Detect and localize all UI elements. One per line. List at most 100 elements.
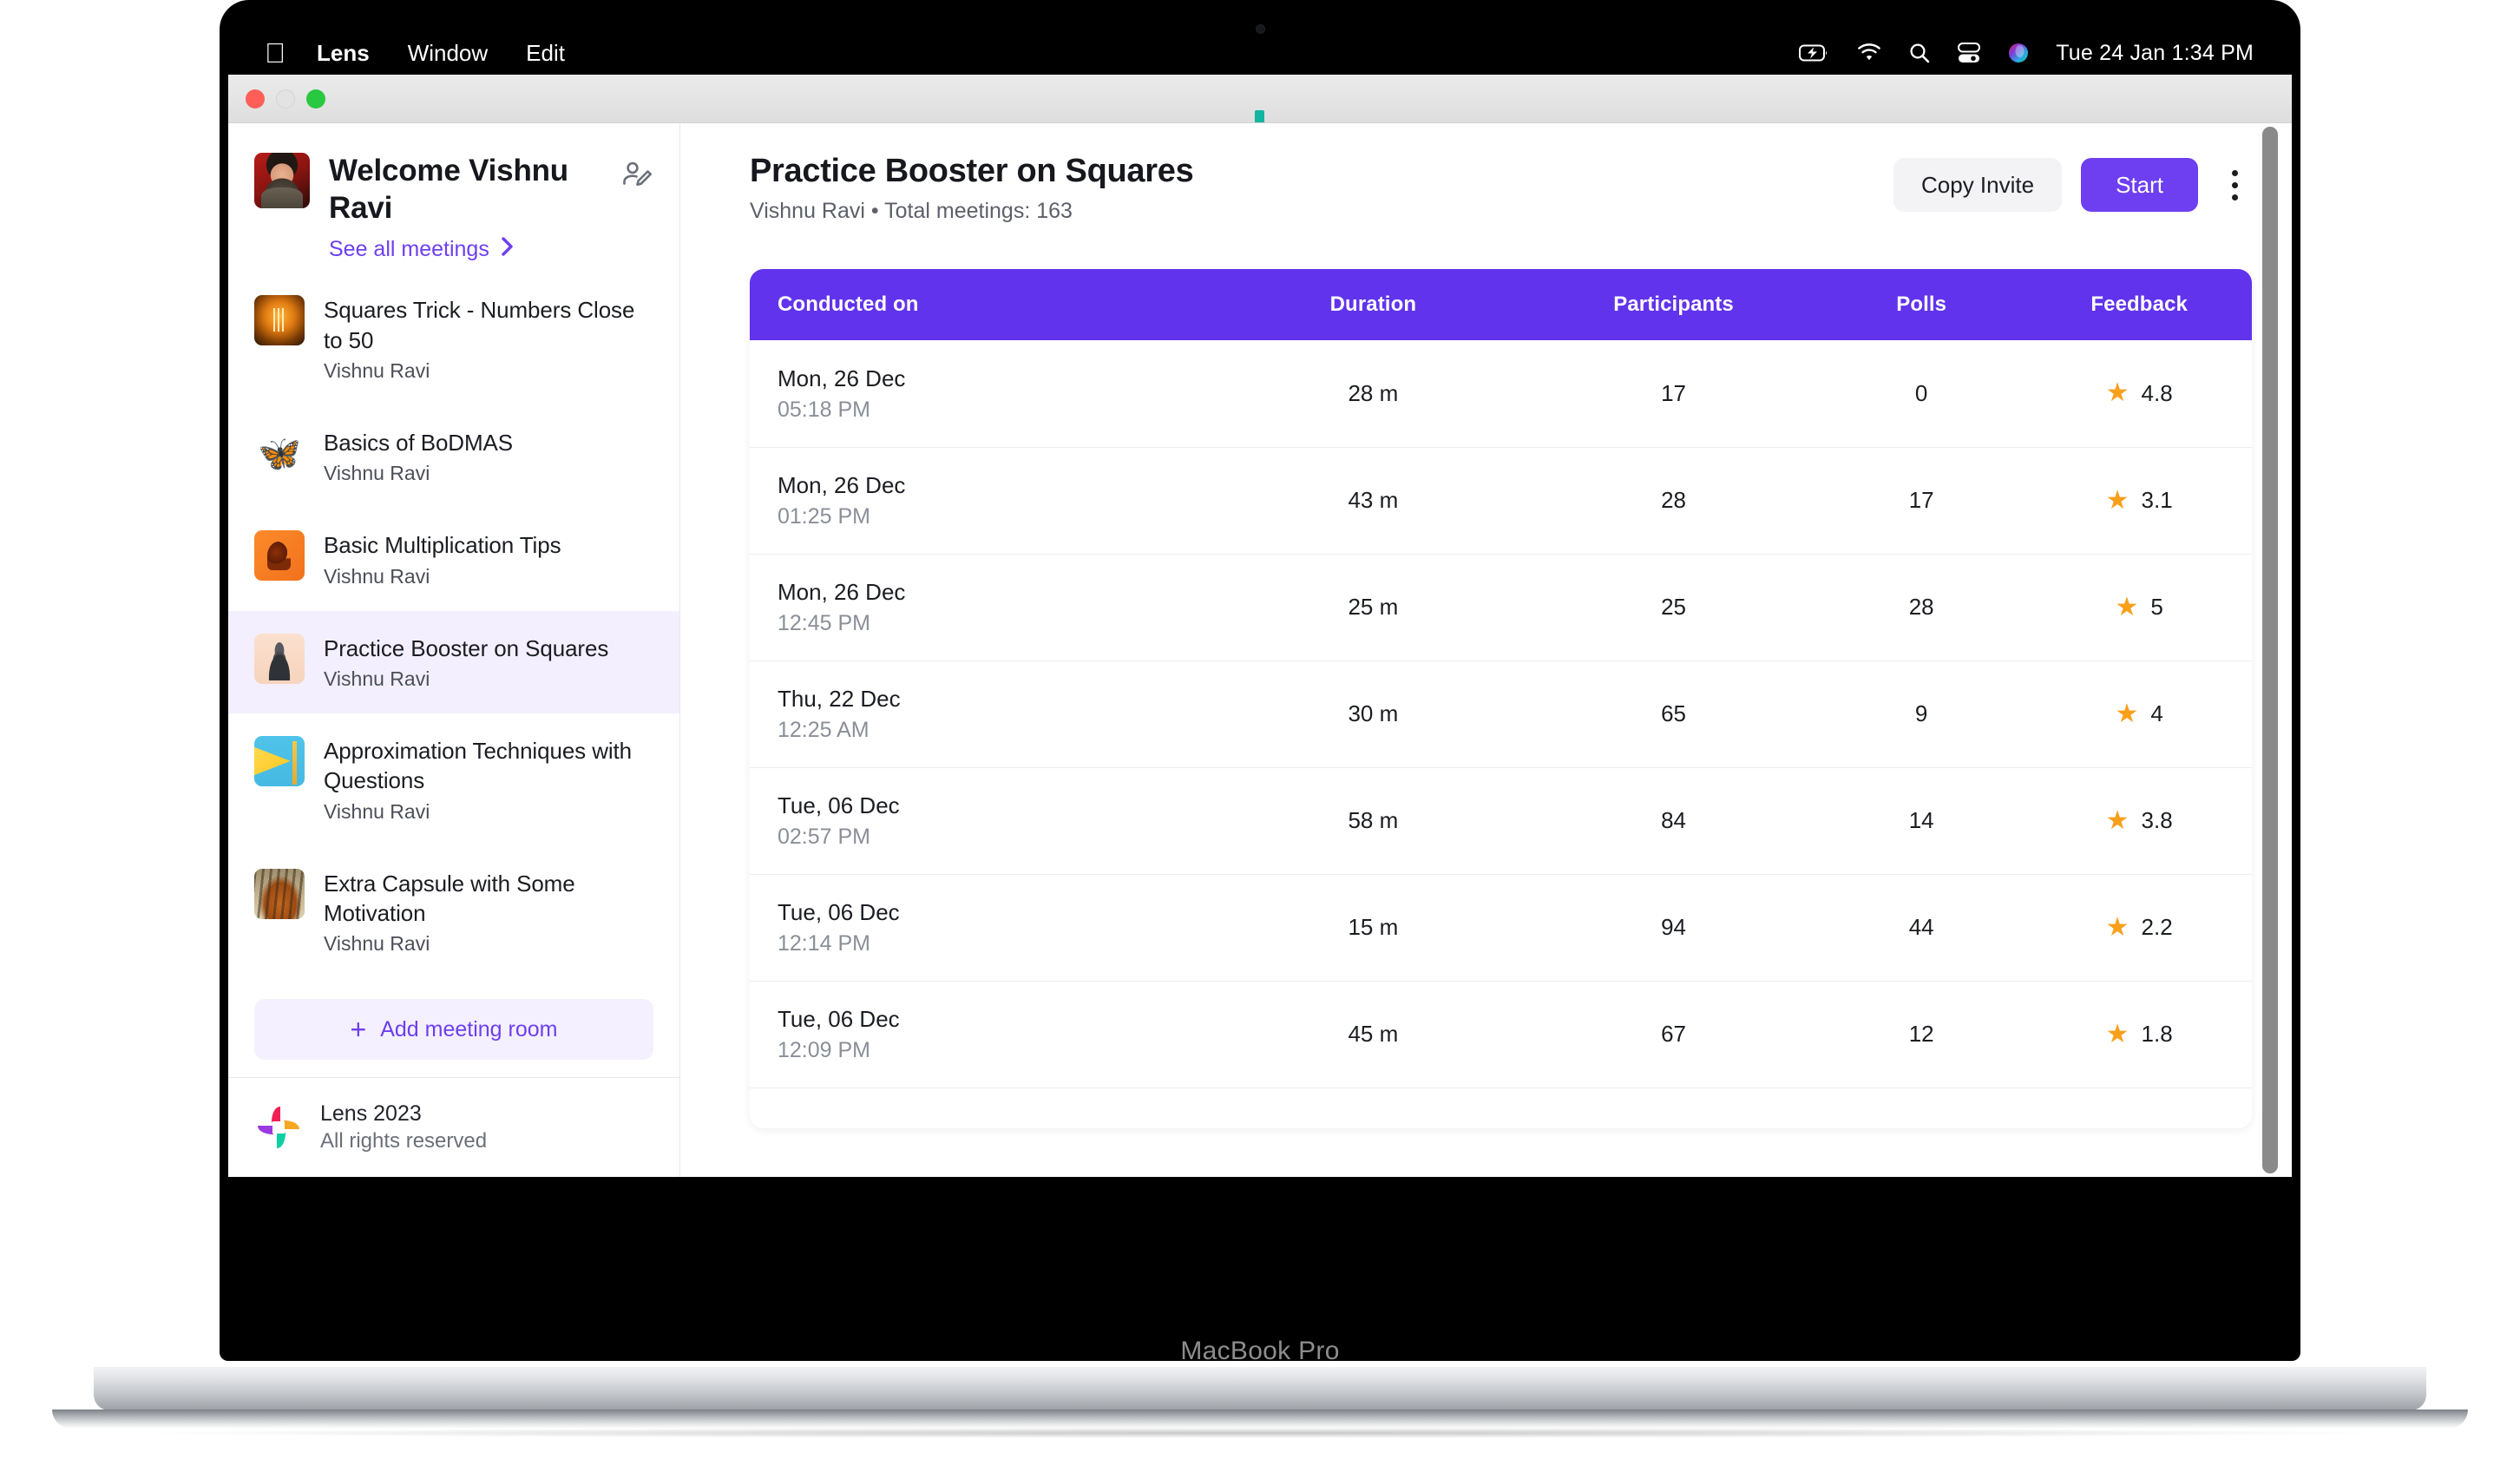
start-button[interactable]: Start [2081,158,2198,212]
cell-duration: 43 m [1216,447,1532,554]
page-title-block: Practice Booster on Squares Vishnu Ravi … [750,153,1193,224]
add-meeting-room-label: Add meeting room [380,1017,557,1042]
app-window: Welcome Vishnu Ravi See all meetings [228,75,2292,1177]
sidebar-item-extra-capsule[interactable]: Extra Capsule with Some Motivation Vishn… [228,846,679,979]
column-header-participants[interactable]: Participants [1531,269,1816,340]
feedback-value: 3.8 [2142,807,2173,834]
search-icon[interactable] [1908,42,1931,64]
menubar-item-edit[interactable]: Edit [507,40,584,67]
feedback-value: 2.2 [2142,914,2173,941]
table-row[interactable]: Tue, 06 Dec 02:57 PM 58 m 84 14 ★ [750,767,2252,874]
edit-profile-icon[interactable] [619,153,655,264]
cell-feedback: ★ 4 [2026,660,2252,767]
meetings-table: Conducted on Duration Participants Polls… [750,269,2252,1128]
apple-logo-icon[interactable]:  [265,39,298,67]
window-titlebar [228,75,2292,123]
sidebar-item-squares-trick[interactable]: Squares Trick - Numbers Close to 50 Vish… [228,273,679,405]
column-header-polls[interactable]: Polls [1816,269,2026,340]
row-time: 12:25 AM [778,718,1216,743]
laptop-shadow [156,1428,2364,1438]
tab-indicator [1255,110,1264,122]
menubar-item-window[interactable]: Window [389,40,507,67]
minimize-button[interactable] [276,89,295,108]
cell-conducted-on: Tue, 06 Dec 12:09 PM [750,981,1216,1088]
wifi-icon[interactable] [1856,43,1882,62]
table-row[interactable]: Tue, 06 Dec 2 m 1 0 ★ [750,1088,2252,1128]
table-row[interactable]: Tue, 06 Dec 12:14 PM 15 m 94 44 ★ [750,874,2252,981]
kebab-dot [2232,170,2238,176]
row-time: 12:45 PM [778,611,1216,636]
row-date: Mon, 26 Dec [778,471,1216,500]
feedback-value: 4 [2150,700,2162,727]
brand-label: Lens 2023 [320,1101,487,1127]
close-button[interactable] [246,89,265,108]
sidebar-scroll-area: Welcome Vishnu Ravi See all meetings [228,123,679,1077]
cell-polls: 12 [1816,981,2026,1088]
table-row[interactable]: Mon, 26 Dec 01:25 PM 43 m 28 17 ★ [750,447,2252,554]
device-label: MacBook Pro [220,1337,2300,1366]
feedback-value: 1.8 [2142,1021,2173,1048]
butterfly-thumbnail [254,428,305,478]
page-title: Practice Booster on Squares [750,153,1193,190]
battery-charging-icon[interactable] [1799,44,1830,62]
scrollbar-thumb[interactable] [2262,127,2278,1173]
cell-conducted-on: Mon, 26 Dec 05:18 PM [750,340,1216,447]
star-icon: ★ [2106,488,2130,514]
avatar[interactable] [254,153,310,208]
chevron-right-icon [500,235,515,264]
meeting-text: Approximation Techniques with Questions … [324,736,659,824]
row-date: Tue, 06 Dec [778,1005,1216,1034]
cell-polls: 0 [1816,1088,2026,1128]
see-all-meetings-link[interactable]: See all meetings [329,235,515,264]
column-header-feedback[interactable]: Feedback [2026,269,2252,340]
sidebar-item-multiplication[interactable]: Basic Multiplication Tips Vishnu Ravi [228,508,679,610]
row-date: Tue, 06 Dec [778,1124,1216,1128]
table-body: Mon, 26 Dec 05:18 PM 28 m 17 0 ★ [750,340,2252,1128]
cell-participants: 17 [1531,340,1816,447]
table-row[interactable]: Thu, 22 Dec 12:25 AM 30 m 65 9 ★ [750,660,2252,767]
star-icon: ★ [2106,380,2130,406]
maximize-button[interactable] [306,89,325,108]
cell-conducted-on: Tue, 06 Dec 12:14 PM [750,874,1216,981]
list-item-title: Basic Multiplication Tips [324,530,659,560]
sidebar-item-practice-booster[interactable]: Practice Booster on Squares Vishnu Ravi [228,611,679,713]
welcome-title: Welcome Vishnu Ravi [329,153,600,227]
menubar-clock[interactable]: Tue 24 Jan 1:34 PM [2056,41,2254,66]
page-header: Practice Booster on Squares Vishnu Ravi … [750,153,2252,224]
scrollbar-track[interactable] [2269,125,2285,1172]
row-time: 05:18 PM [778,398,1216,423]
cell-feedback: ★ 3.1 [2026,447,2252,554]
cell-duration: 2 m [1216,1088,1532,1128]
row-time: 12:14 PM [778,931,1216,956]
table-row[interactable]: Tue, 06 Dec 12:09 PM 45 m 67 12 ★ [750,981,2252,1088]
cell-duration: 15 m [1216,874,1532,981]
main-content: Practice Booster on Squares Vishnu Ravi … [680,123,2292,1177]
add-meeting-room-button[interactable]: + Add meeting room [254,999,653,1060]
sidebar-item-approximation[interactable]: Approximation Techniques with Questions … [228,713,679,846]
macos-menubar:  Lens Window Edit [220,31,2300,75]
kebab-menu-icon[interactable] [2217,163,2252,207]
table-row[interactable]: Mon, 26 Dec 05:18 PM 28 m 17 0 ★ [750,340,2252,447]
cell-conducted-on: Thu, 22 Dec 12:25 AM [750,660,1216,767]
table-header-row: Conducted on Duration Participants Polls… [750,269,2252,340]
column-header-duration[interactable]: Duration [1216,269,1532,340]
cell-participants: 94 [1531,874,1816,981]
cell-polls: 0 [1816,340,2026,447]
table-row[interactable]: Mon, 26 Dec 12:45 PM 25 m 25 28 ★ [750,554,2252,660]
sidebar-item-bodmas[interactable]: Basics of BoDMAS Vishnu Ravi [228,405,679,508]
siri-icon[interactable] [2007,42,2030,64]
menubar-app-name[interactable]: Lens [298,40,389,67]
cell-conducted-on: Tue, 06 Dec 02:57 PM [750,767,1216,874]
kebab-dot [2232,194,2238,200]
window-traffic-lights [228,89,325,108]
laptop-mockup: MacBook Pro  Lens Window Edit [0,0,2520,1472]
cell-participants: 84 [1531,767,1816,874]
star-icon: ★ [2115,1128,2138,1129]
control-center-icon[interactable] [1957,42,1981,64]
cell-polls: 9 [1816,660,2026,767]
copy-invite-button[interactable]: Copy Invite [1893,158,2062,212]
meeting-text: Squares Trick - Numbers Close to 50 Vish… [324,295,659,383]
column-header-conducted-on[interactable]: Conducted on [750,269,1216,340]
star-icon: ★ [2115,701,2138,727]
meetings-table-card: Conducted on Duration Participants Polls… [750,269,2252,1128]
